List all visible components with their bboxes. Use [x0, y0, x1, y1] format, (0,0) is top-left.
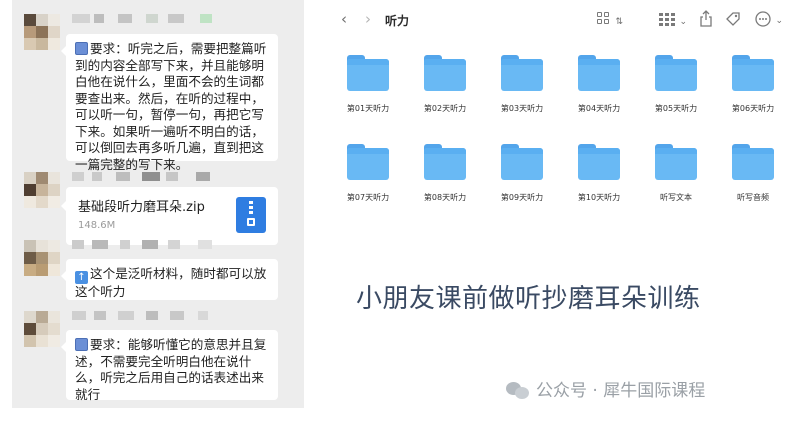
ellipsis-circle-icon: [755, 11, 771, 27]
folder-item[interactable]: 第09天听力: [483, 144, 549, 212]
sender-name-blurred: [72, 14, 222, 23]
group-grid-icon: [659, 12, 675, 26]
folder-label: 第09天听力: [500, 193, 544, 202]
folder-label: 第02天听力: [423, 104, 467, 113]
watermark-text: 公众号 · 犀牛国际课程: [536, 381, 706, 401]
folder-title: 听力: [385, 14, 410, 28]
more-actions-button[interactable]: ⌄: [755, 11, 783, 31]
up-arrow-emoji-icon: ↑: [75, 271, 88, 284]
tag-button[interactable]: [725, 11, 741, 31]
avatar[interactable]: [24, 311, 60, 347]
folder-label: 听写音频: [737, 193, 769, 202]
book-emoji-icon: [75, 42, 88, 55]
folder-label: 第06天听力: [731, 104, 775, 113]
folder-icon: [732, 144, 774, 180]
folder-icon: [501, 55, 543, 91]
folder-icon: [347, 144, 389, 180]
watermark: 公众号 · 犀牛国际课程: [506, 376, 705, 401]
folder-label: 第04天听力: [577, 104, 621, 113]
folder-icon: [424, 55, 466, 91]
message-text: 这个是泛听材料，随时都可以放这个听力: [75, 266, 267, 299]
chat-panel: 要求：听完之后，需要把整篇听到的内容全部写下来，并且能够明白他在说什么，里面不会…: [12, 0, 304, 408]
sender-name-blurred: [72, 172, 222, 181]
finder-toolbar: ‹ › 听力 ⇅ ⌄ ⌄: [329, 0, 789, 38]
folder-icon: [655, 55, 697, 91]
folder-icon: [578, 144, 620, 180]
folder-item[interactable]: 听写文本: [637, 144, 703, 212]
folder-label: 第03天听力: [500, 104, 544, 113]
file-size: 148.6M: [78, 220, 116, 231]
message-bubble: 要求：听完之后，需要把整篇听到的内容全部写下来，并且能够明白他在说什么，里面不会…: [61, 34, 278, 172]
wechat-icon: [506, 380, 530, 400]
folder-item[interactable]: 第04天听力: [560, 55, 626, 123]
back-chevron-icon[interactable]: ‹: [341, 11, 347, 27]
caption-text: 小朋友课前做听抄磨耳朵训练: [356, 284, 701, 314]
folder-icon: [424, 144, 466, 180]
file-attachment[interactable]: 基础段听力磨耳朵.zip 148.6M: [61, 187, 278, 245]
folder-label: 第08天听力: [423, 193, 467, 202]
folder-label: 第07天听力: [346, 193, 390, 202]
folder-label: 第05天听力: [654, 104, 698, 113]
message-bubble: ↑ 这个是泛听材料，随时都可以放这个听力: [61, 259, 278, 300]
folder-label: 第01天听力: [346, 104, 390, 113]
folder-item[interactable]: 第08天听力: [406, 144, 472, 212]
chevron-down-icon: ⌄: [679, 17, 687, 27]
message-bubble: 要求：能够听懂它的意思并且复述，不需要完全听明白他在说什么，听完之后用自己的话表…: [61, 330, 278, 402]
avatar[interactable]: [24, 172, 60, 208]
folder-item[interactable]: 第07天听力: [329, 144, 395, 212]
folder-icon: [501, 144, 543, 180]
folder-item[interactable]: 第03天听力: [483, 55, 549, 123]
file-name: 基础段听力磨耳朵.zip: [78, 200, 205, 215]
folder-item[interactable]: 第01天听力: [329, 55, 395, 123]
folder-icon: [347, 55, 389, 91]
tag-icon: [726, 12, 740, 26]
folder-item[interactable]: 第06天听力: [714, 55, 780, 123]
chevron-down-icon: ⌄: [775, 16, 783, 26]
folder-label: 第10天听力: [577, 193, 621, 202]
folder-icon: [578, 55, 620, 91]
message-text: 要求：能够听懂它的意思并且复述，不需要完全听明白他在说什么，听完之后用自己的话表…: [75, 337, 267, 402]
message-text: 要求：听完之后，需要把整篇听到的内容全部写下来，并且能够明白他在说什么，里面不会…: [75, 41, 267, 172]
folder-item[interactable]: 第10天听力: [560, 144, 626, 212]
zip-file-icon: [236, 197, 266, 233]
avatar[interactable]: [24, 240, 60, 276]
sender-name-blurred: [72, 311, 222, 320]
forward-chevron-icon[interactable]: ›: [365, 11, 371, 27]
folder-icon: [732, 55, 774, 91]
folder-icon: [655, 144, 697, 180]
up-down-chevron-icon: ⇅: [615, 17, 623, 27]
finder-window: ‹ › 听力 ⇅ ⌄ ⌄ 第01天听力 第02天听力 第03天听力 第04天听力…: [329, 0, 789, 421]
folder-item[interactable]: 听写音频: [714, 144, 780, 212]
avatar[interactable]: [24, 14, 60, 50]
group-button[interactable]: ⌄: [659, 12, 687, 30]
share-icon: [700, 10, 712, 27]
grid-view-icon: [597, 12, 611, 26]
sender-name-blurred: [72, 240, 222, 249]
book-emoji-icon: [75, 338, 88, 351]
folder-item[interactable]: 第05天听力: [637, 55, 703, 123]
folder-item[interactable]: 第02天听力: [406, 55, 472, 123]
share-button[interactable]: [699, 10, 713, 31]
folder-label: 听写文本: [660, 193, 692, 202]
icon-view-button[interactable]: ⇅: [597, 12, 623, 30]
